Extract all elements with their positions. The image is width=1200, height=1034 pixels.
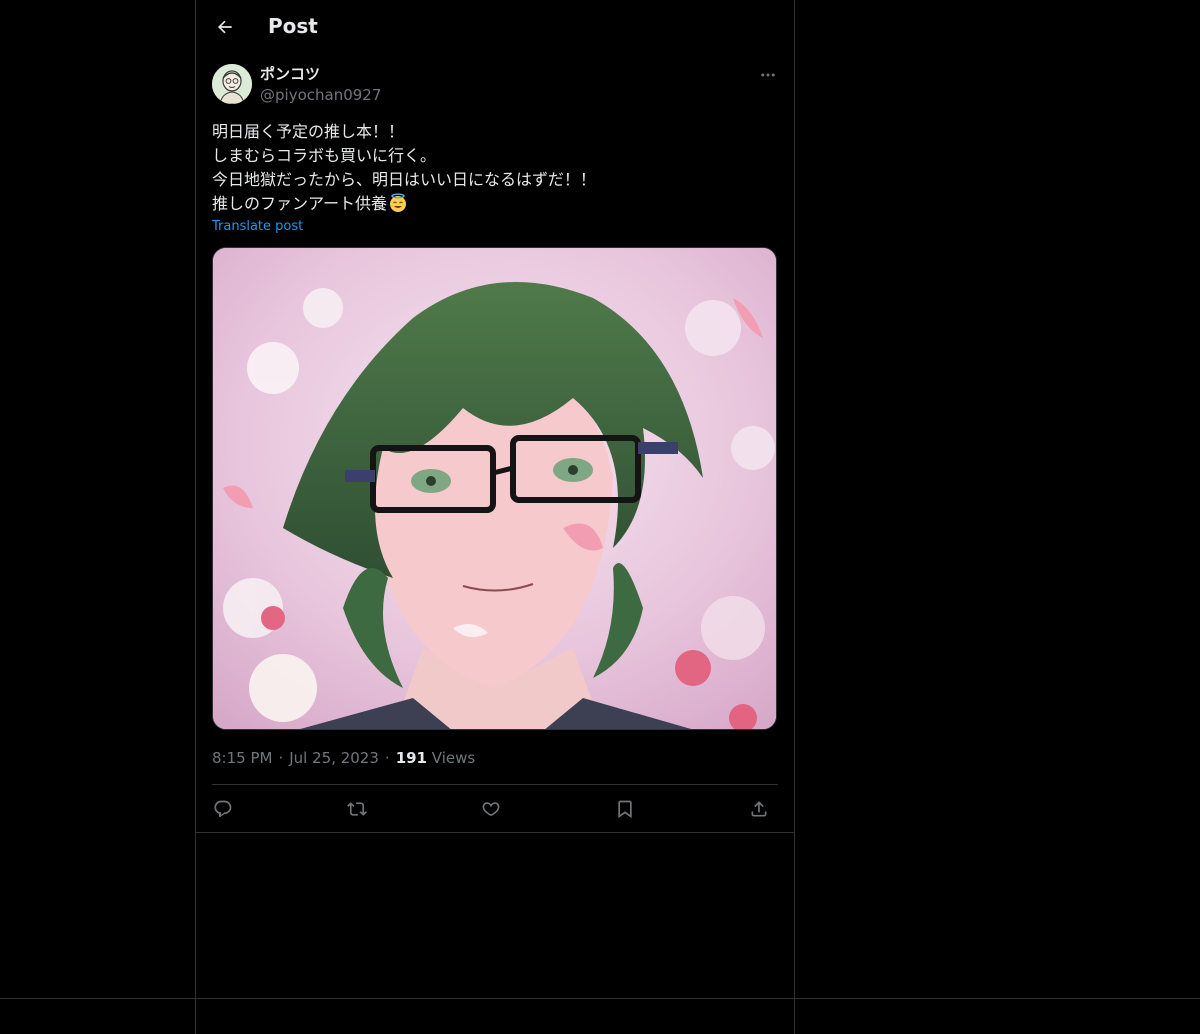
post-text-line-with-emoji: 推しのファンアート供養 [212,192,778,216]
repost-icon [347,802,367,816]
share-button[interactable] [744,794,774,824]
smiling-face-with-halo-icon [390,193,407,212]
divider [212,784,778,785]
bookmark-button[interactable] [610,794,640,824]
heart-icon [482,802,500,817]
divider [196,832,794,833]
more-options-button[interactable] [754,64,782,86]
post-text-line: 明日届く予定の推し本！！ [212,122,405,141]
meta-separator: · [384,749,390,767]
post-text: 明日届く予定の推し本！！ しまむらコラボも買いに行く。 今日地獄だったから、明日… [212,120,778,216]
post-media-image[interactable] [212,247,777,730]
views-label: Views [431,749,476,767]
avatar[interactable] [212,64,252,104]
views-count: 191 [395,749,427,767]
page-header: Post [196,0,794,53]
bookmark-icon [618,800,632,819]
post-actions-bar [212,792,778,824]
author-display-name[interactable]: ポンコツ [260,64,320,84]
post-date[interactable]: Jul 25, 2023 [289,749,379,767]
share-icon [751,801,767,817]
post-text-line: 推しのファンアート供養 [212,194,388,213]
divider [0,998,1200,999]
reply-button[interactable] [208,794,238,824]
more-horizontal-icon [761,73,775,77]
post-text-line: 今日地獄だったから、明日はいい日になるはずだ！！ [212,170,596,189]
like-button[interactable] [476,794,506,824]
post-time[interactable]: 8:15 PM [212,749,272,767]
back-button[interactable] [208,10,242,44]
translate-post-link[interactable]: Translate post [212,218,303,236]
repost-button[interactable] [342,794,372,824]
post-text-line: しまむらコラボも買いに行く。 [212,146,437,165]
reply-icon [214,800,232,818]
anime-portrait-image [213,248,776,729]
author-handle[interactable]: @piyochan0927 [260,85,381,105]
post-column: Post ポンコツ @piyochan0927 明日届く予定の推し本！！ しまむ… [195,0,795,1034]
page-title: Post [268,14,318,38]
avatar-portrait [212,64,252,104]
arrow-left-icon [217,20,232,34]
meta-separator: · [278,749,284,767]
post-meta: 8:15 PM · Jul 25, 2023 · 191 Views [212,748,475,768]
